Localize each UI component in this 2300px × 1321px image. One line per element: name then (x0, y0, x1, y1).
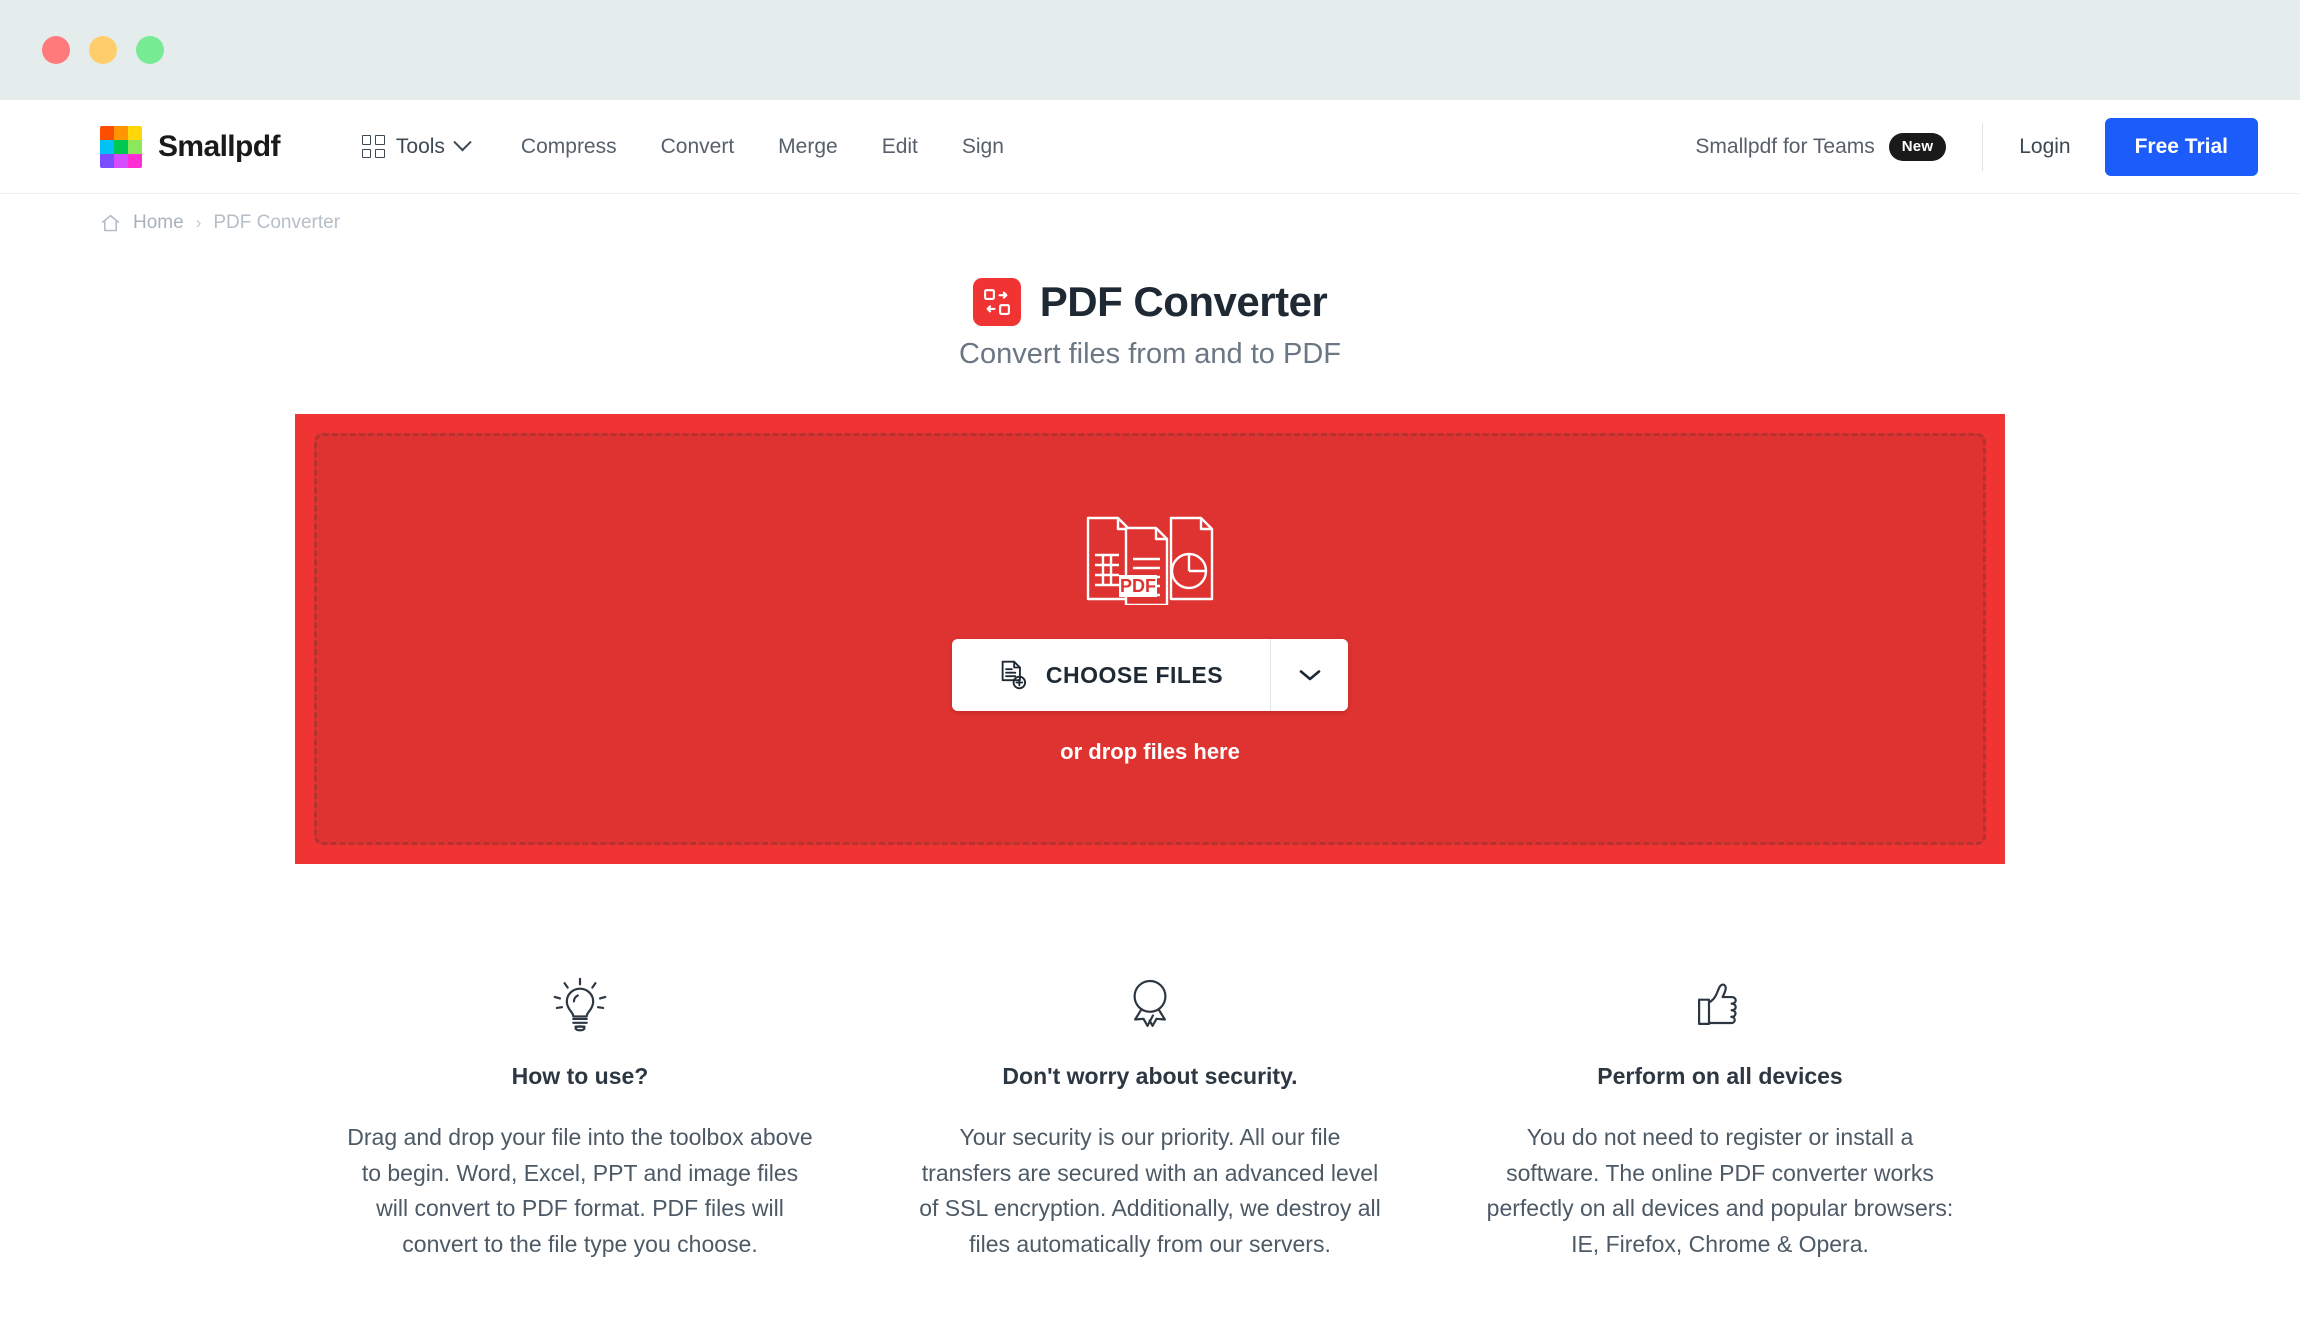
feature-body: Your security is our priority. All our f… (919, 1124, 1381, 1257)
maximize-window-button[interactable] (136, 36, 164, 64)
nav-item-edit[interactable]: Edit (882, 135, 918, 159)
breadcrumb: Home › PDF Converter (0, 194, 2300, 234)
site-header: Smallpdf Tools Compress Convert Merge Ed… (0, 100, 2300, 194)
nav-item-tools[interactable]: Tools (361, 133, 472, 159)
features-section: How to use? Drag and drop your file into… (295, 970, 2005, 1263)
file-add-icon (1001, 660, 1026, 690)
nav-item-compress[interactable]: Compress (521, 135, 617, 159)
breadcrumb-separator: › (195, 213, 202, 232)
grid-icon (361, 135, 385, 158)
login-link[interactable]: Login (2019, 135, 2070, 159)
main-navigation: Tools Compress Convert Merge Edit Sign (361, 133, 1004, 159)
drop-files-hint: or drop files here (1060, 739, 1240, 764)
file-dropzone-inner[interactable]: PDF CHOOSE FILES or drop files here (314, 433, 1986, 845)
teams-label: Smallpdf for Teams (1695, 134, 1875, 158)
smallpdf-for-teams-link[interactable]: Smallpdf for Teams New (1695, 132, 1947, 161)
nav-item-sign[interactable]: Sign (962, 135, 1004, 159)
award-ribbon-icon (1133, 979, 1167, 1027)
header-divider (1982, 122, 1984, 171)
feature-body: Drag and drop your file into the toolbox… (347, 1124, 813, 1257)
free-trial-button[interactable]: Free Trial (2104, 117, 2258, 176)
feature-all-devices: Perform on all devices You do not need t… (1435, 970, 2005, 1263)
brand-logo[interactable]: Smallpdf (100, 125, 280, 168)
page-header: PDF Converter Convert files from and to … (0, 278, 2300, 371)
lightbulb-icon (553, 977, 607, 1032)
feature-body: You do not need to register or install a… (1486, 1124, 1954, 1257)
file-dropzone[interactable]: PDF CHOOSE FILES or drop files here (295, 414, 2005, 864)
header-actions: Smallpdf for Teams New Login Free Trial (1695, 117, 2258, 176)
choose-files-label: CHOOSE FILES (1045, 661, 1224, 688)
traffic-lights (42, 36, 164, 64)
chevron-down-icon (1299, 670, 1320, 681)
choose-files-dropdown-button[interactable] (1270, 639, 1349, 711)
page-subtitle: Convert files from and to PDF (959, 338, 1341, 370)
close-window-button[interactable] (42, 36, 70, 64)
feature-title: Perform on all devices (1597, 1063, 1843, 1089)
nav-item-convert[interactable]: Convert (661, 135, 735, 159)
new-badge: New (1888, 132, 1947, 161)
page-title: PDF Converter (1039, 278, 1328, 325)
feature-title: Don't worry about security. (1002, 1063, 1298, 1089)
feature-title: How to use? (511, 1063, 649, 1089)
pdf-converter-icon (972, 278, 1021, 326)
thumbs-up-icon (1698, 983, 1737, 1025)
chevron-down-icon (453, 133, 472, 152)
breadcrumb-current: PDF Converter (213, 212, 341, 233)
nav-tools-label: Tools (395, 134, 445, 158)
brand-name: Smallpdf (158, 129, 280, 163)
choose-files-button[interactable]: CHOOSE FILES (951, 639, 1271, 711)
file-types-illustration: PDF (1086, 516, 1214, 605)
smallpdf-logo-icon (100, 125, 142, 168)
feature-how-to-use: How to use? Drag and drop your file into… (295, 970, 865, 1263)
choose-files-group: CHOOSE FILES (951, 639, 1349, 711)
minimize-window-button[interactable] (89, 36, 117, 64)
feature-security: Don't worry about security. Your securit… (865, 970, 1435, 1263)
nav-item-merge[interactable]: Merge (778, 135, 838, 159)
svg-text:PDF: PDF (1120, 576, 1156, 596)
home-icon (101, 214, 120, 231)
window-title-bar (0, 0, 2300, 100)
breadcrumb-home[interactable]: Home (133, 212, 184, 234)
